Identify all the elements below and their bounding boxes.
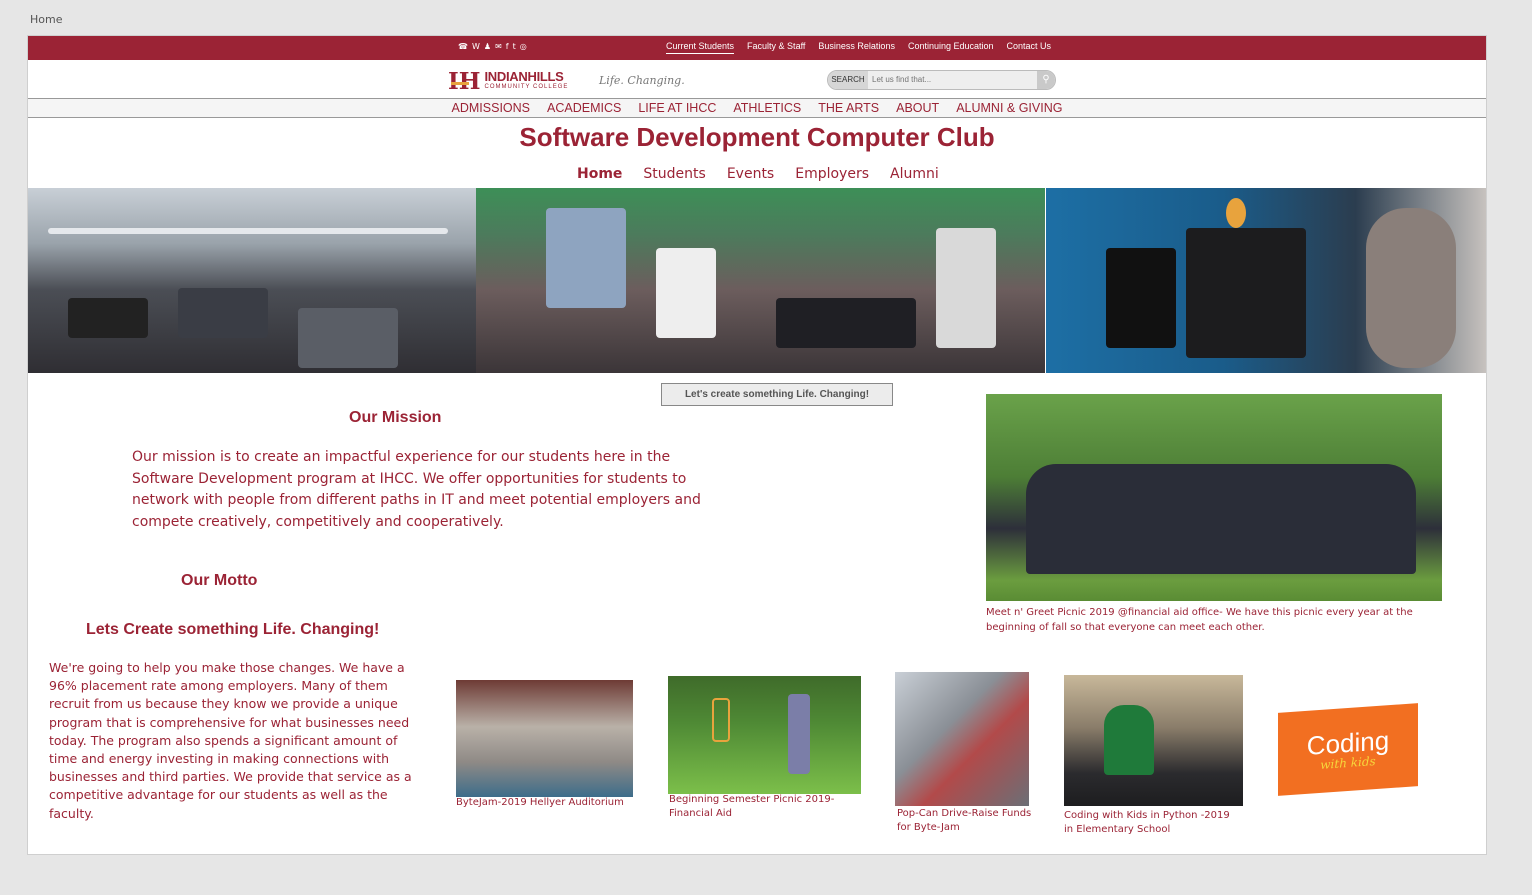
link-business-relations[interactable]: Business Relations <box>818 41 895 54</box>
tagline: Life. Changing. <box>599 74 685 87</box>
nav-the-arts[interactable]: THE ARTS <box>818 99 879 117</box>
college-logo[interactable]: IH INDIANHILLS COMMUNITY COLLEGE <box>448 69 568 95</box>
picnic-caption: Meet n' Greet Picnic 2019 @financial aid… <box>986 607 1413 633</box>
gallery-caption-picnic: Beginning Semester Picnic 2019-Financial… <box>669 794 835 819</box>
tab-events[interactable]: Events <box>727 166 774 182</box>
gallery-photo-picnic <box>668 676 861 794</box>
coding-with-kids-logo[interactable]: Coding with kids <box>1278 703 1418 796</box>
nav-alumni-giving[interactable]: ALUMNI & GIVING <box>956 99 1062 117</box>
tab-students[interactable]: Students <box>643 166 705 182</box>
tab-alumni[interactable]: Alumni <box>890 166 939 182</box>
search-label: SEARCH <box>828 71 868 89</box>
twitter-icon[interactable]: t <box>513 42 516 52</box>
gallery-photo-bytejam <box>456 680 633 797</box>
gallery-caption-bytejam: ByteJam-2019 Hellyer Auditorium <box>456 797 624 808</box>
tab-home[interactable]: Home <box>577 166 622 182</box>
mail-icon[interactable]: ✉ <box>495 42 502 52</box>
person-icon[interactable]: ♟ <box>484 42 491 52</box>
breadcrumb[interactable]: Home <box>30 13 62 26</box>
gallery-photo-popcan <box>895 672 1029 806</box>
picnic-group-photo <box>986 394 1442 601</box>
tab-employers[interactable]: Employers <box>795 166 869 182</box>
logo-subname: COMMUNITY COLLEGE <box>484 84 569 90</box>
web-icon[interactable]: W <box>472 42 480 52</box>
logo-name: INDIANHILLS <box>484 69 564 84</box>
search-input[interactable] <box>870 72 1034 87</box>
mission-text: Our mission is to create an impactful ex… <box>132 449 701 530</box>
page-frame: ☎ W ♟ ✉ f t ◎ Current Students Faculty &… <box>27 35 1487 855</box>
nav-athletics[interactable]: ATHLETICS <box>733 99 801 117</box>
phone-icon[interactable]: ☎ <box>458 42 468 52</box>
top-bar: ☎ W ♟ ✉ f t ◎ Current Students Faculty &… <box>28 36 1486 60</box>
motto-subheading: Lets Create something Life. Changing! <box>86 621 380 638</box>
mission-heading: Our Mission <box>349 409 442 426</box>
nav-life-at-ihcc[interactable]: LIFE AT IHCC <box>638 99 716 117</box>
link-faculty-staff[interactable]: Faculty & Staff <box>747 41 805 54</box>
coding-logo-word: Coding <box>1306 724 1390 761</box>
nav-about[interactable]: ABOUT <box>896 99 939 117</box>
cta-button[interactable]: Let's create something Life. Changing! <box>661 383 893 406</box>
instagram-icon[interactable]: ◎ <box>520 42 527 52</box>
gallery-caption-coding-kids: Coding with Kids in Python -2019 in Elem… <box>1064 810 1230 835</box>
search-box: SEARCH ⚲ <box>827 70 1056 90</box>
logo-mark: IH <box>448 70 481 93</box>
motto-heading: Our Motto <box>181 572 258 589</box>
banner-photo-computer <box>1046 188 1486 373</box>
gallery-caption-popcan: Pop-Can Drive-Raise Funds for Byte-Jam <box>897 808 1032 833</box>
club-nav: Home Students Events Employers Alumni <box>577 166 939 182</box>
facebook-icon[interactable]: f <box>506 42 509 52</box>
banner-photo-classroom <box>28 188 476 373</box>
utility-nav: Current Students Faculty & Staff Busines… <box>666 41 1064 54</box>
link-current-students[interactable]: Current Students <box>666 41 735 54</box>
link-continuing-education[interactable]: Continuing Education <box>908 41 994 54</box>
gallery-photo-coding-kids <box>1064 675 1243 806</box>
nav-academics[interactable]: ACADEMICS <box>547 99 621 117</box>
coding-logo-subword: with kids <box>1320 753 1376 772</box>
main-nav: ADMISSIONS ACADEMICS LIFE AT IHCC ATHLET… <box>28 98 1486 118</box>
search-icon[interactable]: ⚲ <box>1037 71 1055 89</box>
nav-admissions[interactable]: ADMISSIONS <box>452 99 531 117</box>
motto-text: We're going to help you make those chang… <box>49 660 412 821</box>
banner-photo-students <box>476 188 1045 373</box>
social-icons: ☎ W ♟ ✉ f t ◎ <box>458 42 527 52</box>
link-contact-us[interactable]: Contact Us <box>1007 41 1052 54</box>
page-title: Software Development Computer Club <box>519 122 995 152</box>
